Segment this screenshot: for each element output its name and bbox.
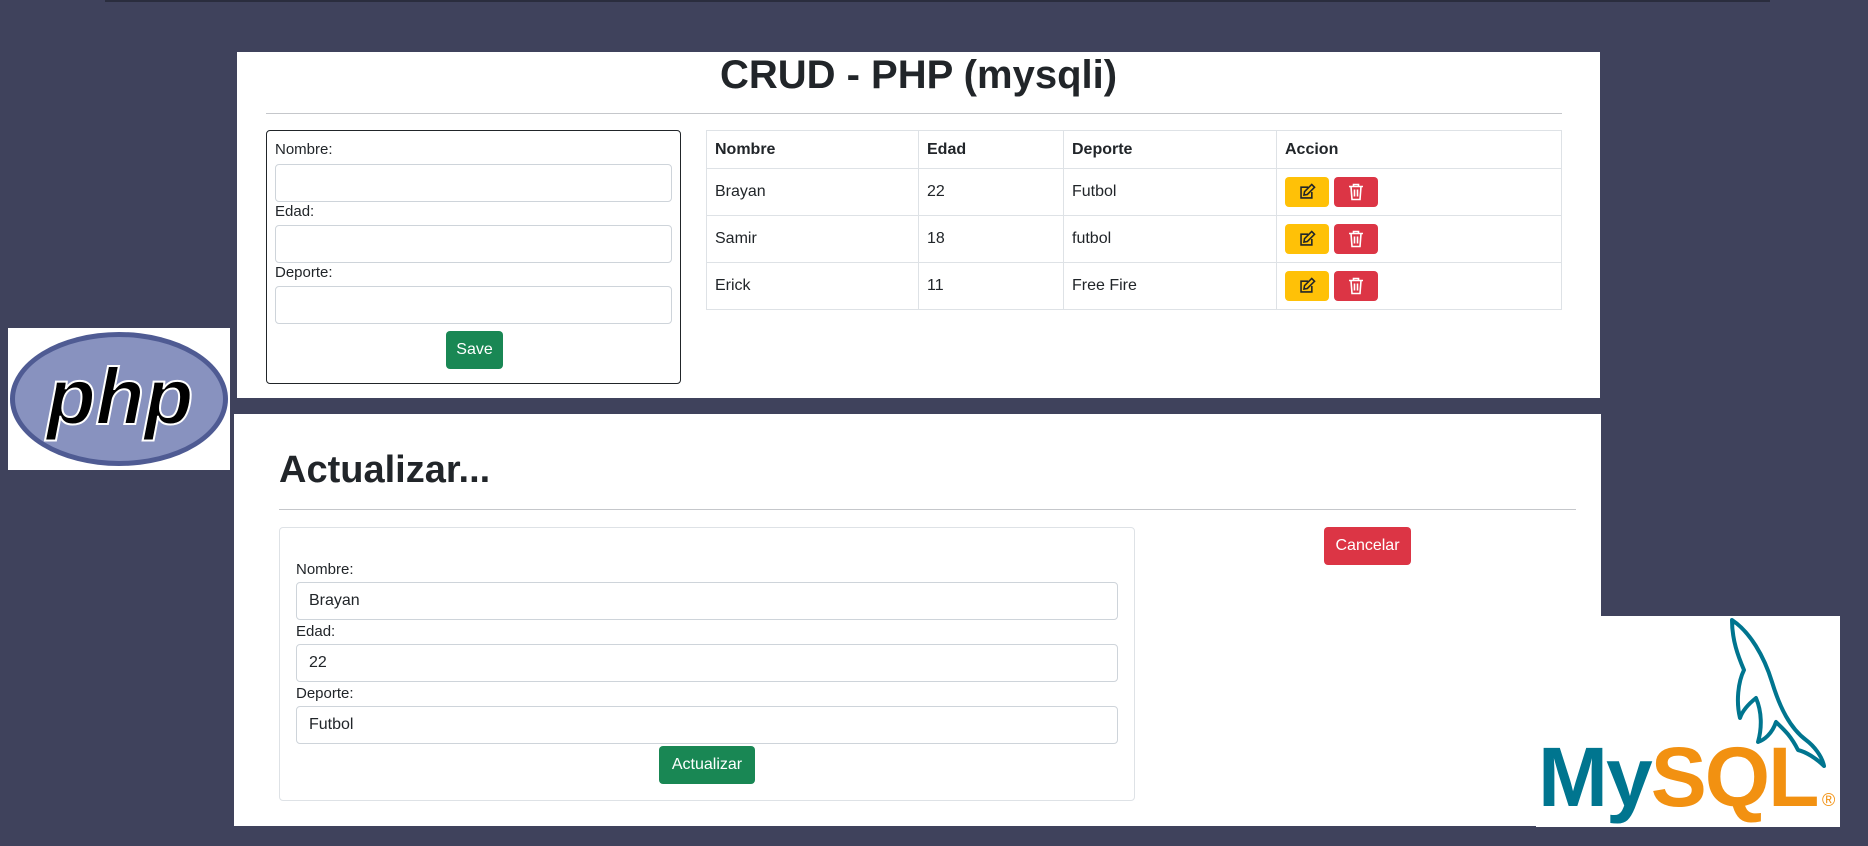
column-header-accion: Accion: [1276, 130, 1562, 169]
deporte-label: Deporte:: [275, 264, 333, 281]
edad-label: Edad:: [275, 203, 315, 220]
trash-icon: [1349, 230, 1363, 248]
actualizar-button[interactable]: Actualizar: [659, 746, 755, 784]
table-row: Brayan 22 Futbol: [706, 168, 1562, 216]
update-heading: Actualizar...: [279, 449, 491, 491]
mysql-logo-graphic: MySQL ®: [1538, 618, 1835, 824]
update-divider: [279, 509, 1576, 510]
update-deporte-input[interactable]: [296, 706, 1118, 744]
crud-panel: CRUD - PHP (mysqli) Nombre: Edad: Deport…: [237, 52, 1600, 398]
update-edad-input[interactable]: [296, 644, 1118, 682]
mysql-logo-text: MySQL: [1538, 730, 1817, 824]
nombre-label: Nombre:: [275, 141, 333, 158]
update-edad-label: Edad:: [296, 623, 336, 640]
cell-deporte: Free Fire: [1063, 262, 1277, 310]
edit-icon: [1300, 183, 1316, 199]
page-title: CRUD - PHP (mysqli): [719, 53, 1118, 97]
cell-deporte: Futbol: [1063, 168, 1277, 216]
column-header-nombre: Nombre: [706, 130, 919, 169]
save-button[interactable]: Save: [446, 331, 503, 369]
update-nombre-input[interactable]: [296, 582, 1118, 620]
column-header-deporte: Deporte: [1063, 130, 1277, 169]
update-deporte-label: Deporte:: [296, 685, 354, 702]
table-row: Samir 18 futbol: [706, 215, 1562, 263]
edit-icon: [1300, 230, 1316, 246]
trash-icon: [1349, 183, 1363, 201]
cell-nombre: Erick: [706, 262, 919, 310]
cancel-button[interactable]: Cancelar: [1324, 527, 1411, 565]
edad-input[interactable]: [275, 225, 672, 263]
title-divider: [266, 113, 1562, 114]
edit-button[interactable]: [1285, 177, 1329, 207]
php-logo: php: [8, 328, 230, 470]
cell-nombre: Brayan: [706, 168, 919, 216]
php-logo-text: php: [45, 352, 194, 441]
delete-button[interactable]: [1334, 271, 1378, 301]
nombre-input[interactable]: [275, 164, 672, 202]
cell-edad: 11: [918, 262, 1064, 310]
cell-edad: 18: [918, 215, 1064, 263]
cell-actions: [1276, 262, 1562, 310]
edit-button[interactable]: [1285, 271, 1329, 301]
registered-mark: ®: [1822, 790, 1835, 810]
update-nombre-label: Nombre:: [296, 561, 354, 578]
cell-edad: 22: [918, 168, 1064, 216]
delete-button[interactable]: [1334, 224, 1378, 254]
column-header-edad: Edad: [918, 130, 1064, 169]
update-panel: Actualizar... Nombre: Edad: Deporte: Act…: [234, 414, 1601, 826]
cell-actions: [1276, 215, 1562, 263]
update-form: Nombre: Edad: Deporte: Actualizar: [279, 527, 1135, 801]
table-header-row: Nombre Edad Deporte Accion: [706, 130, 1562, 169]
top-divider: [105, 0, 1770, 2]
delete-button[interactable]: [1334, 177, 1378, 207]
deporte-input[interactable]: [275, 286, 672, 324]
cell-nombre: Samir: [706, 215, 919, 263]
mysql-logo: MySQL ®: [1536, 616, 1840, 827]
edit-button[interactable]: [1285, 224, 1329, 254]
create-form: Nombre: Edad: Deporte: Save: [266, 130, 681, 384]
php-logo-graphic: php: [10, 332, 228, 466]
cell-actions: [1276, 168, 1562, 216]
edit-icon: [1300, 277, 1316, 293]
table-row: Erick 11 Free Fire: [706, 262, 1562, 310]
trash-icon: [1349, 277, 1363, 295]
cell-deporte: futbol: [1063, 215, 1277, 263]
records-table: Nombre Edad Deporte Accion Brayan 22 Fut…: [706, 130, 1562, 310]
